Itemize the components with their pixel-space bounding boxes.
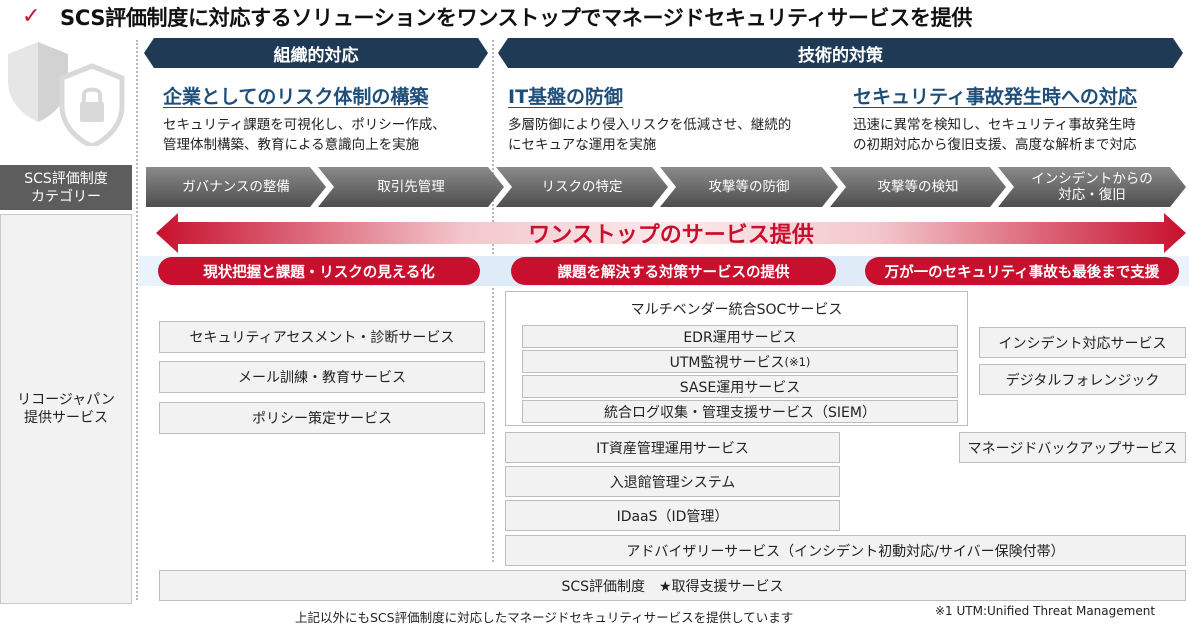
service-it-asset: IT資産管理運用サービス [505,432,840,463]
service-scs-support: SCS評価制度 ★取得支援サービス [159,570,1186,601]
soc-group-title: マルチベンダー統合SOCサービス [630,302,843,318]
service-policy: ポリシー策定サービス [159,402,485,434]
divider-middle [492,40,494,562]
service-managed-backup: マネージドバックアップサービス [959,432,1186,463]
service-utm: UTM監視サービス (※1) [522,350,958,373]
service-utm-label: UTM監視サービス [669,354,785,371]
column-heading-risk-structure: 企業としてのリスク体制の構築 [163,86,429,108]
footer-note: 上記以外にもSCS評価制度に対応したマネージドセキュリティサービスを提供していま… [295,610,794,625]
service-advisory: アドバイザリーサービス（インシデント初動対応/サイバー保険付帯） [505,535,1186,566]
pill-incident-support: 万が一のセキュリティ事故も最後まで支援 [865,257,1179,285]
column-description-risk-structure: セキュリティ課題を可視化し、ポリシー作成、 管理体制構築、教育による意識向上を実… [163,117,446,153]
service-mail-training: メール訓練・教育サービス [159,361,485,393]
onestop-label: ワンストップのサービス提供 [528,223,814,248]
column-heading-incident-response: セキュリティ事故発生時への対応 [853,86,1137,108]
page-title: SCS評価制度に対応するソリューションをワンストップでマネージドセキュリティサー… [60,6,973,30]
service-security-assessment: セキュリティアセスメント・診断サービス [159,321,485,353]
category-attack-detection: 攻撃等の検知 [830,167,1006,207]
checkmark-icon: ✓ [22,4,41,29]
service-digital-forensics: デジタルフォレンジック [979,364,1186,395]
column-heading-it-defense: IT基盤の防御 [508,86,624,108]
service-idaas: IDaaS（ID管理） [505,500,840,531]
column-description-it-defense: 多層防御により侵入リスクを低減させ、継続的 にセキュアな運用を実施 [508,117,792,153]
service-access-control: 入退館管理システム [505,466,840,497]
column-description-incident-response: 迅速に異常を検知し、セキュリティ事故発生時 の初期対応から復旧支援、高度な解析ま… [853,117,1137,153]
pill-visualization: 現状把握と課題・リスクの見える化 [158,257,480,285]
services-label: リコージャパン 提供サービス [0,214,132,604]
service-incident-response: インシデント対応サービス [979,327,1186,358]
shield-lock-icon [8,42,125,146]
service-sase: SASE運用サービス [522,375,958,398]
footer-reference: ※1 UTM:Unified Threat Management [935,604,1156,618]
banner-organizational: 組織的対応 [144,38,488,68]
divider-left [136,40,138,600]
category-risk-identification: リスクの特定 [496,167,668,207]
banner-technical: 技術的対策 [498,38,1183,68]
category-label: SCS評価制度 カテゴリー [0,165,132,210]
category-incident-recovery: インシデントからの 対応・復旧 [998,167,1186,207]
service-siem: 統合ログ収集・管理支援サービス（SIEM） [522,400,958,423]
category-governance: ガバナンスの整備 [146,167,326,207]
service-edr: EDR運用サービス [522,325,958,348]
pill-solution-services: 課題を解決する対策サービスの提供 [511,257,836,285]
category-supplier-management: 取引先管理 [318,167,504,207]
service-utm-note: (※1) [784,354,811,369]
category-attack-defense: 攻撃等の防御 [660,167,838,207]
